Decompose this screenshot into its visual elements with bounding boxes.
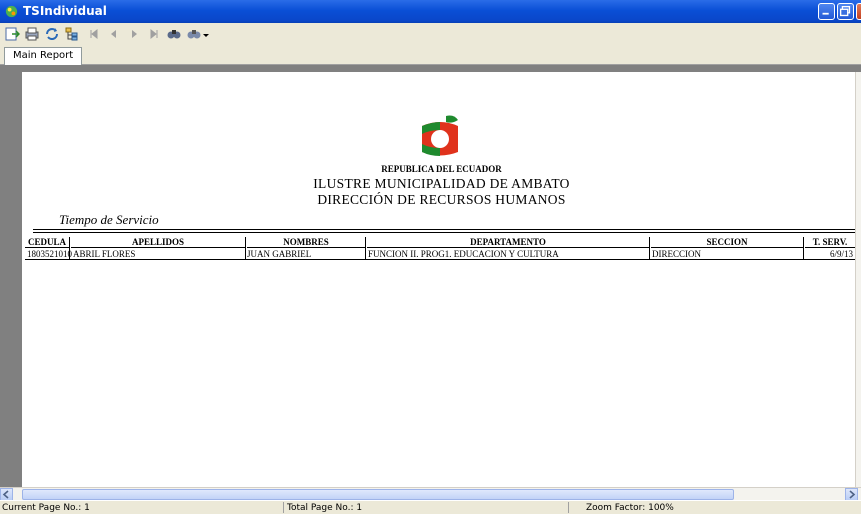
column-header-seccion: SECCION — [651, 237, 803, 248]
print-icon[interactable] — [24, 26, 40, 42]
horizontal-scroll-thumb[interactable] — [22, 489, 734, 500]
column-divider — [365, 237, 366, 259]
tab-main-report[interactable]: Main Report — [4, 47, 83, 65]
refresh-icon[interactable] — [44, 26, 60, 42]
export-icon[interactable] — [4, 26, 20, 42]
status-separator — [568, 502, 569, 513]
last-page-icon[interactable] — [146, 26, 162, 42]
column-header-t-serv: T. SERV. — [805, 237, 855, 248]
minimize-icon — [822, 12, 829, 15]
column-divider — [649, 237, 650, 259]
column-header-apellidos: APELLIDOS — [71, 237, 245, 248]
column-header-nombres: NOMBRES — [247, 237, 365, 248]
column-divider — [803, 237, 804, 259]
report-viewer: REPUBLICA DEL ECUADOR ILUSTRE MUNICIPALI… — [0, 65, 861, 487]
horizontal-scrollbar[interactable] — [0, 487, 861, 501]
status-zoom: Zoom Factor: 100% — [586, 503, 674, 513]
chevron-left-icon — [2, 490, 9, 499]
tab-strip: Main Report — [0, 45, 861, 65]
header-municipality: ILUSTRE MUNICIPALIDAD DE AMBATO — [313, 176, 570, 191]
status-bar: Current Page No.: 1 Total Page No.: 1 Zo… — [0, 500, 861, 514]
search-icon[interactable] — [166, 26, 182, 42]
status-separator — [283, 502, 284, 513]
vertical-scrollbar[interactable] — [855, 72, 861, 487]
minimize-button[interactable] — [818, 3, 835, 20]
close-button[interactable] — [856, 3, 861, 20]
restore-button[interactable] — [837, 3, 854, 20]
title-bar: TSIndividual — [0, 0, 861, 23]
column-header-departamento: DEPARTAMENTO — [367, 237, 649, 248]
status-total-pages: Total Page No.: 1 — [287, 503, 363, 513]
row-divider — [25, 259, 858, 260]
zoom-icon[interactable] — [186, 26, 202, 42]
divider — [33, 229, 861, 230]
prev-page-icon[interactable] — [106, 26, 122, 42]
chevron-right-icon — [849, 490, 856, 499]
window-title: TSIndividual — [23, 4, 107, 18]
header-country: REPUBLICA DEL ECUADOR — [381, 164, 502, 174]
first-page-icon[interactable] — [86, 26, 102, 42]
next-page-icon[interactable] — [126, 26, 142, 42]
municipality-logo — [422, 115, 458, 156]
divider — [33, 232, 861, 233]
column-divider — [245, 237, 246, 259]
status-current-page: Current Page No.: 1 — [2, 503, 90, 513]
report-subtitle: Tiempo de Servicio — [59, 212, 159, 227]
chevron-down-icon[interactable] — [202, 26, 210, 42]
report-page: REPUBLICA DEL ECUADOR ILUSTRE MUNICIPALI… — [22, 72, 861, 487]
toolbar — [0, 23, 861, 45]
app-icon — [5, 5, 18, 18]
column-header-cedula: CEDULA — [25, 237, 69, 248]
header-department: DIRECCIÓN DE RECURSOS HUMANOS — [317, 192, 566, 207]
restore-icon — [839, 5, 851, 17]
group-tree-icon[interactable] — [64, 26, 80, 42]
